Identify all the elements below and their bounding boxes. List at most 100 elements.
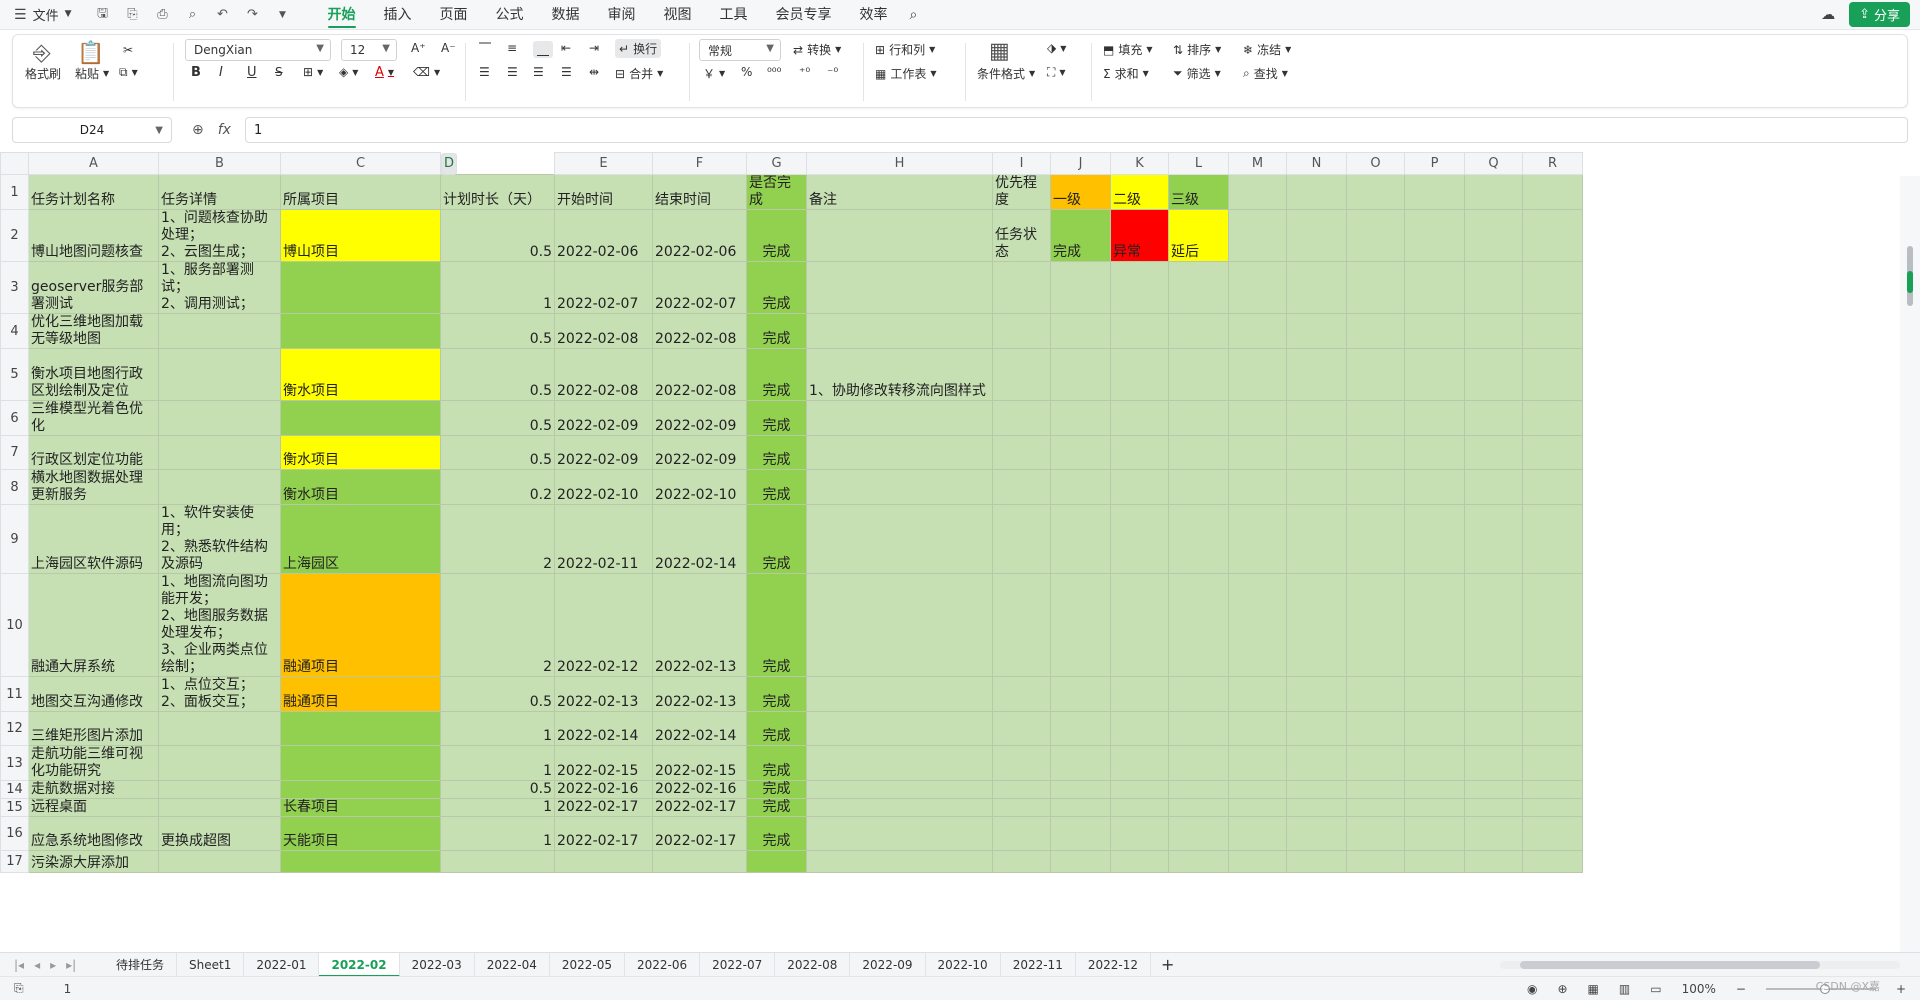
cell-I8[interactable]	[992, 469, 1051, 505]
cell-P11[interactable]	[1404, 676, 1465, 712]
cell-P1[interactable]	[1404, 174, 1465, 210]
cell-A7[interactable]: 行政区划定位功能	[28, 435, 159, 470]
cell-R12[interactable]	[1522, 711, 1583, 746]
column-header[interactable]: Q	[1464, 152, 1523, 175]
cell-H5[interactable]: 1、协助修改转移流向图样式	[806, 348, 993, 401]
cell-G10[interactable]: 完成	[746, 573, 807, 677]
row-header[interactable]: 9	[0, 504, 29, 574]
cell-B6[interactable]	[158, 400, 281, 436]
cell-Q10[interactable]	[1464, 573, 1523, 677]
cell-G16[interactable]: 完成	[746, 816, 807, 851]
cell-C1[interactable]: 所属项目	[280, 174, 441, 210]
paste-button[interactable]: 粘贴 ▼	[75, 65, 109, 82]
row-col-button[interactable]: ⊞ 行和列 ▼	[875, 41, 935, 58]
export-icon[interactable]: ⎘	[124, 6, 142, 24]
cell-K11[interactable]	[1110, 676, 1169, 712]
cell-F5[interactable]: 2022-02-08	[652, 348, 747, 401]
cell-M10[interactable]	[1228, 573, 1287, 677]
cell-F3[interactable]: 2022-02-07	[652, 261, 747, 314]
cell-O17[interactable]	[1346, 850, 1405, 873]
cell-B10[interactable]: 1、地图流向图功能开发； 2、地图服务数据处理发布； 3、企业两类点位绘制；	[158, 573, 281, 677]
cell-E6[interactable]: 2022-02-09	[554, 400, 653, 436]
share-button[interactable]: ⇪ 分享	[1849, 2, 1910, 27]
cell-N8[interactable]	[1286, 469, 1347, 505]
cell-P16[interactable]	[1404, 816, 1465, 851]
cell-M16[interactable]	[1228, 816, 1287, 851]
cell-Q5[interactable]	[1464, 348, 1523, 401]
cell-I6[interactable]	[992, 400, 1051, 436]
horizontal-scrollbar[interactable]	[1500, 961, 1900, 969]
cell-Q3[interactable]	[1464, 261, 1523, 314]
cell-Q17[interactable]	[1464, 850, 1523, 873]
column-header[interactable]: N	[1286, 152, 1347, 175]
cell-D15[interactable]: 1	[440, 798, 555, 817]
cell-C12[interactable]	[280, 711, 441, 746]
justify-icon[interactable]: ☰	[561, 65, 572, 79]
freeze-button[interactable]: ❄ 冻结 ▼	[1243, 41, 1291, 58]
cell-I2[interactable]: 任务状态	[992, 209, 1051, 262]
tab-6[interactable]: 视图	[650, 0, 706, 30]
cell-F15[interactable]: 2022-02-17	[652, 798, 747, 817]
cell-M9[interactable]	[1228, 504, 1287, 574]
cell-Q4[interactable]	[1464, 313, 1523, 349]
cell-A12[interactable]: 三维矩形图片添加	[28, 711, 159, 746]
cell-F8[interactable]: 2022-02-10	[652, 469, 747, 505]
cell-P6[interactable]	[1404, 400, 1465, 436]
cell-A5[interactable]: 衡水项目地图行政区划绘制及定位	[28, 348, 159, 401]
zoom-in-icon[interactable]: +	[1896, 982, 1906, 996]
cell-L11[interactable]	[1168, 676, 1229, 712]
cell-L10[interactable]	[1168, 573, 1229, 677]
cloud-icon[interactable]: ☁	[1821, 8, 1835, 22]
cell-I4[interactable]	[992, 313, 1051, 349]
wrap-button[interactable]: ↵ 换行	[615, 39, 662, 58]
cell-F9[interactable]: 2022-02-14	[652, 504, 747, 574]
paste-icon[interactable]: 📋	[77, 41, 104, 66]
column-header[interactable]: C	[280, 152, 441, 175]
cell-C15[interactable]: 长春项目	[280, 798, 441, 817]
conditional-format-button[interactable]: 条件格式 ▼	[977, 65, 1035, 82]
cell-G11[interactable]: 完成	[746, 676, 807, 712]
cell-D1[interactable]: 计划时长（天）	[440, 174, 555, 210]
cell-N17[interactable]	[1286, 850, 1347, 873]
row-header[interactable]: 14	[0, 780, 29, 799]
cell-A2[interactable]: 博山地图问题核查	[28, 209, 159, 262]
cell-B11[interactable]: 1、点位交互； 2、面板交互；	[158, 676, 281, 712]
cell-B8[interactable]	[158, 469, 281, 505]
tab-5[interactable]: 审阅	[594, 0, 650, 30]
cell-F14[interactable]: 2022-02-16	[652, 780, 747, 799]
sheet-tab[interactable]: 2022-04	[475, 952, 550, 977]
cell-O1[interactable]	[1346, 174, 1405, 210]
cell-B16[interactable]: 更换成超图	[158, 816, 281, 851]
cell-R6[interactable]	[1522, 400, 1583, 436]
cell-P3[interactable]	[1404, 261, 1465, 314]
cell-B15[interactable]	[158, 798, 281, 817]
sheet-tab[interactable]: 2022-02	[319, 952, 400, 977]
file-menu[interactable]: ☰ 文件 ▼	[14, 5, 72, 25]
cell-H2[interactable]	[806, 209, 993, 262]
font-size-select[interactable]: 12 ▼	[341, 39, 397, 61]
cell-Q1[interactable]	[1464, 174, 1523, 210]
underline-button[interactable]: U	[247, 65, 257, 80]
row-header[interactable]: 8	[0, 469, 29, 505]
cell-A6[interactable]: 三维模型光着色优化	[28, 400, 159, 436]
cell-H12[interactable]	[806, 711, 993, 746]
cell-P9[interactable]	[1404, 504, 1465, 574]
cell-F17[interactable]	[652, 850, 747, 873]
cell-G14[interactable]: 完成	[746, 780, 807, 799]
cell-L2[interactable]: 延后	[1168, 209, 1229, 262]
cell-E16[interactable]: 2022-02-17	[554, 816, 653, 851]
cell-J2[interactable]: 完成	[1050, 209, 1111, 262]
cell-N1[interactable]	[1286, 174, 1347, 210]
cell-C8[interactable]: 衡水项目	[280, 469, 441, 505]
row-header[interactable]: 5	[0, 348, 29, 401]
cell-A16[interactable]: 应急系统地图修改	[28, 816, 159, 851]
cell-I10[interactable]	[992, 573, 1051, 677]
tab-0[interactable]: 开始	[314, 0, 370, 30]
row-header[interactable]: 13	[0, 745, 29, 781]
decrease-font-icon[interactable]: A⁻	[441, 41, 456, 55]
cell-M15[interactable]	[1228, 798, 1287, 817]
cell-R8[interactable]	[1522, 469, 1583, 505]
column-header[interactable]: M	[1228, 152, 1287, 175]
cell-N12[interactable]	[1286, 711, 1347, 746]
cell-E7[interactable]: 2022-02-09	[554, 435, 653, 470]
